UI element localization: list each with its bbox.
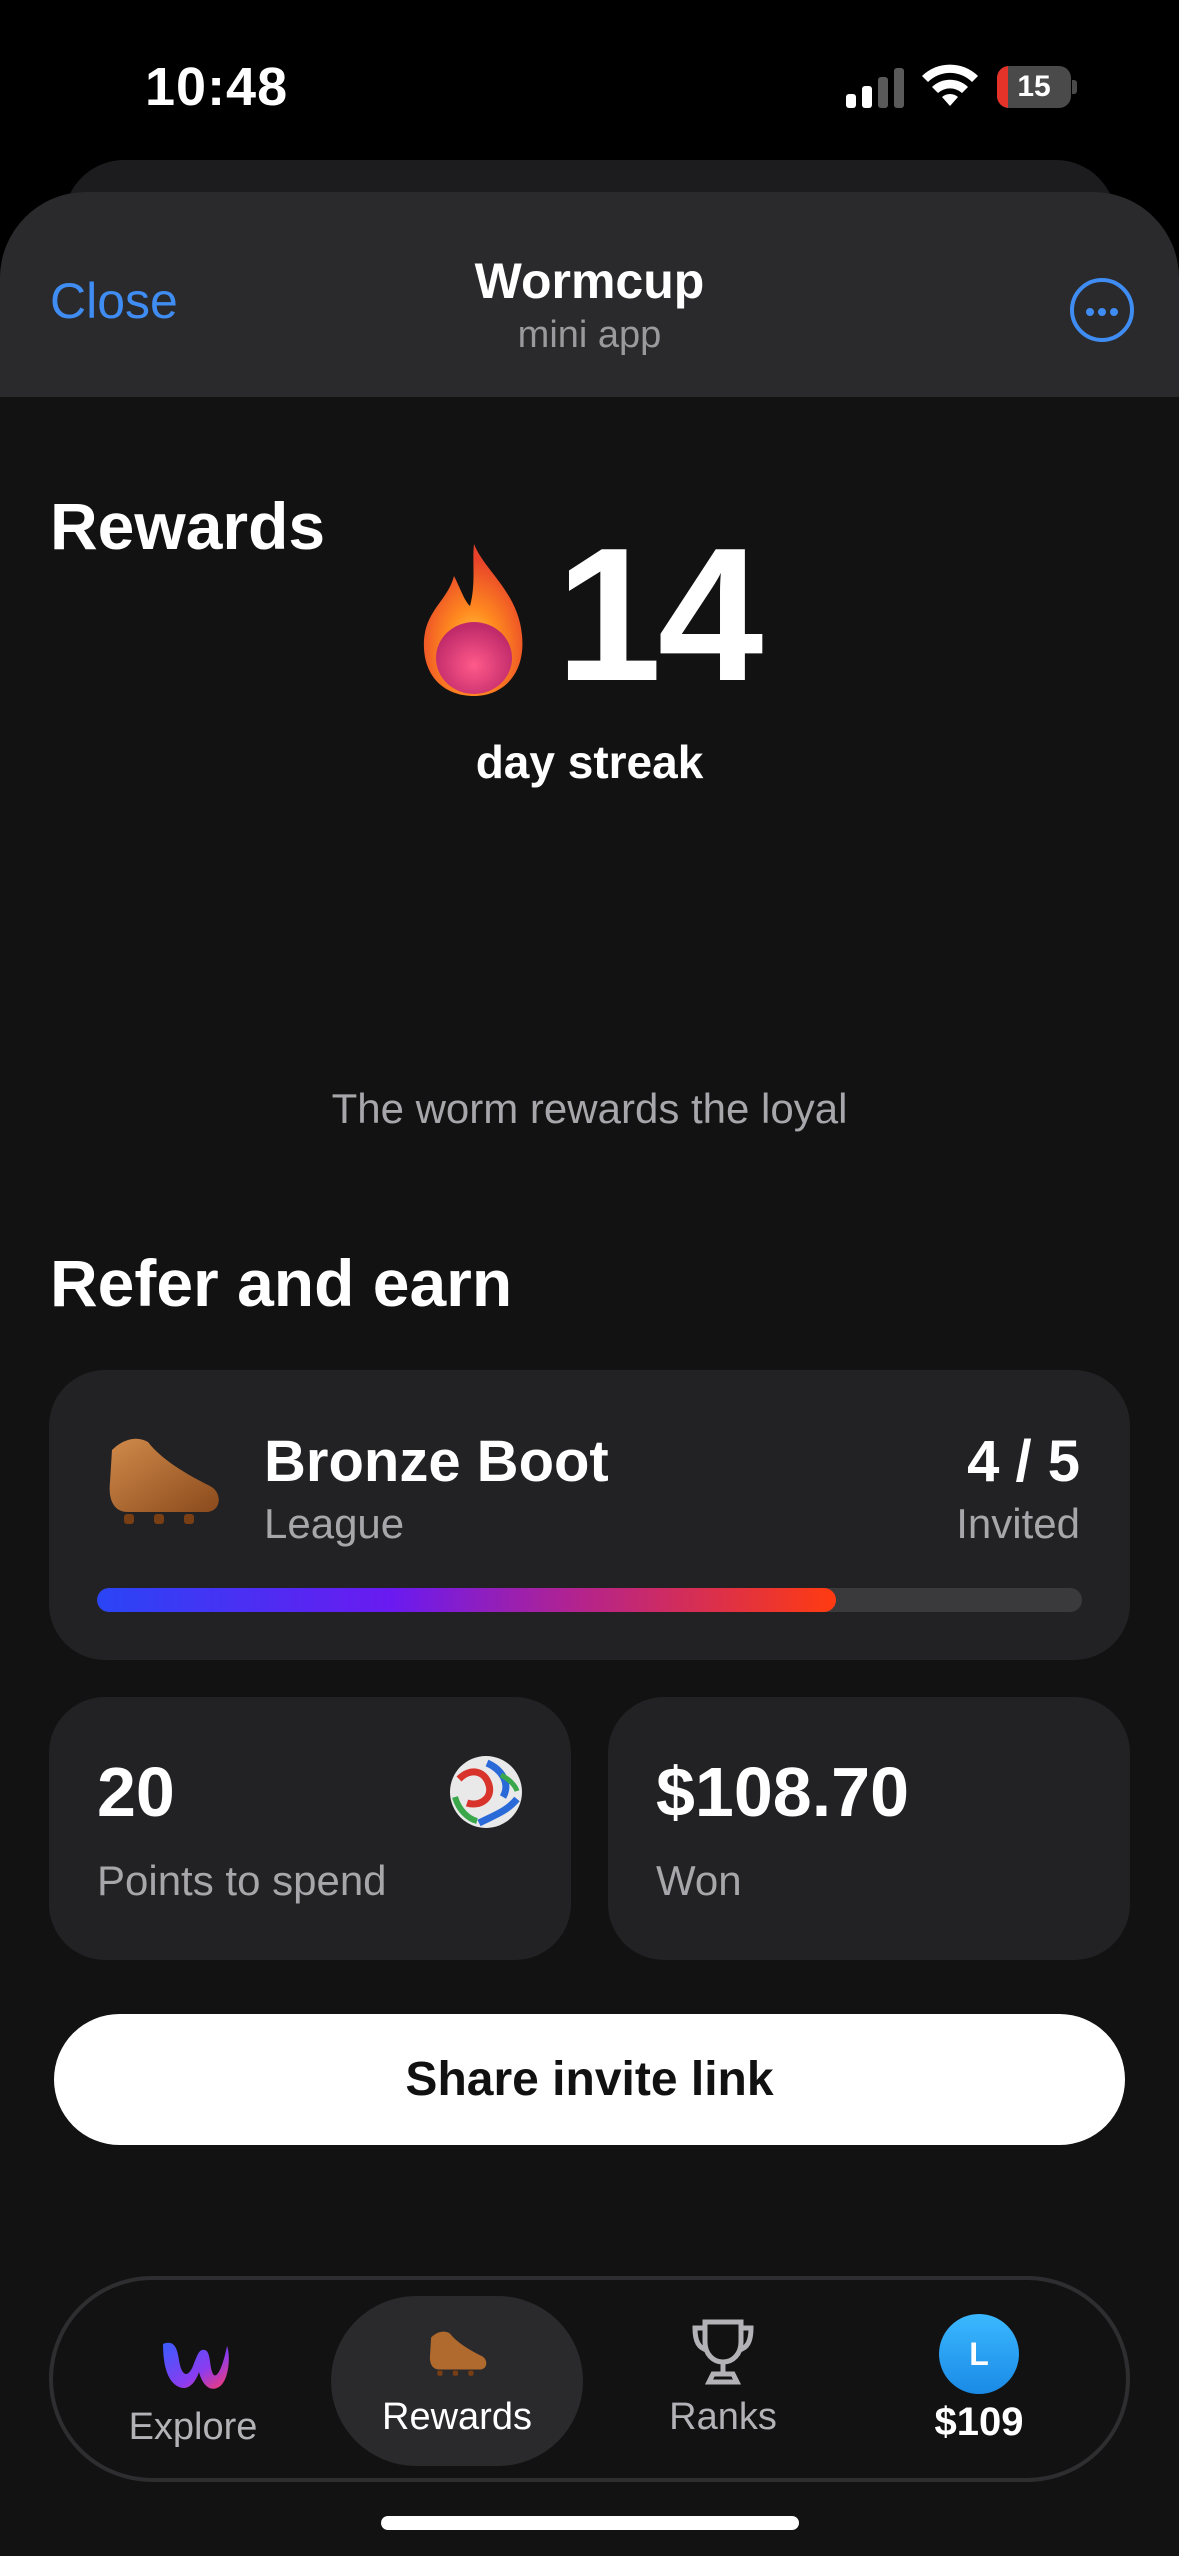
mini-app-header: Close Wormcup mini app <box>0 192 1179 397</box>
points-card[interactable]: 20 Points to spend <box>49 1697 571 1960</box>
nav-label-rewards: Rewards <box>382 2396 532 2438</box>
trophy-icon <box>692 2319 754 2385</box>
header-title-group: Wormcup mini app <box>0 252 1179 357</box>
ball-icon <box>450 1756 522 1828</box>
fire-icon <box>423 544 523 696</box>
streak-display: 14 day streak <box>0 520 1179 840</box>
battery-level: 15 <box>1017 70 1051 103</box>
status-bar: 10:48 15 <box>0 0 1179 170</box>
points-label: Points to spend <box>97 1857 387 1904</box>
nav-label-balance: $109 <box>934 2400 1024 2444</box>
won-value: $108.70 <box>656 1753 910 1831</box>
ellipsis-circle-icon <box>1086 308 1094 316</box>
streak-count: 14 <box>556 509 763 721</box>
app-title: Wormcup <box>474 253 705 309</box>
nav-item-profile[interactable]: L $109 <box>879 2296 1079 2466</box>
share-invite-button[interactable]: Share invite link <box>54 2014 1125 2145</box>
wormcup-logo-icon <box>163 2342 229 2389</box>
ellipsis-dot <box>1098 308 1106 316</box>
app-subtitle: mini app <box>517 314 662 356</box>
nav-item-explore[interactable]: Explore <box>93 2296 293 2466</box>
nav-item-ranks[interactable]: Ranks <box>623 2296 823 2466</box>
invite-label: Invited <box>956 1500 1080 1547</box>
nav-label-explore: Explore <box>128 2406 258 2448</box>
won-label: Won <box>656 1857 742 1904</box>
points-value: 20 <box>97 1753 175 1831</box>
nav-item-rewards[interactable]: Rewards <box>331 2296 583 2466</box>
won-card[interactable]: $108.70 Won <box>608 1697 1130 1960</box>
invite-progress-bar <box>97 1588 1082 1612</box>
more-options-button[interactable] <box>1070 278 1134 342</box>
refer-title: Refer and earn <box>50 1246 513 1320</box>
streak-label: day streak <box>475 736 704 788</box>
battery-body: 15 <box>997 66 1071 108</box>
invite-count: 4 / 5 <box>967 1429 1080 1494</box>
battery-indicator: 15 <box>997 66 1077 108</box>
home-indicator[interactable] <box>381 2516 799 2530</box>
avatar: L <box>939 2314 1019 2394</box>
bottom-nav: Explore Rewards Ranks L $109 <box>49 2276 1130 2482</box>
nav-label-ranks: Ranks <box>669 2396 777 2438</box>
invite-progress-fill <box>97 1588 836 1612</box>
boot-icon <box>109 1438 219 1524</box>
ellipsis-dot <box>1110 308 1118 316</box>
boot-icon <box>429 2331 487 2376</box>
league-name: Bronze Boot <box>264 1429 609 1494</box>
cellular-signal-icon <box>846 68 904 108</box>
streak-tagline: The worm rewards the loyal <box>331 1085 848 1132</box>
battery-tip <box>1072 80 1077 94</box>
wifi-icon <box>922 64 978 106</box>
league-card[interactable]: Bronze Boot League 4 / 5 Invited <box>49 1370 1130 1660</box>
status-time: 10:48 <box>145 57 289 117</box>
league-type: League <box>264 1500 405 1547</box>
